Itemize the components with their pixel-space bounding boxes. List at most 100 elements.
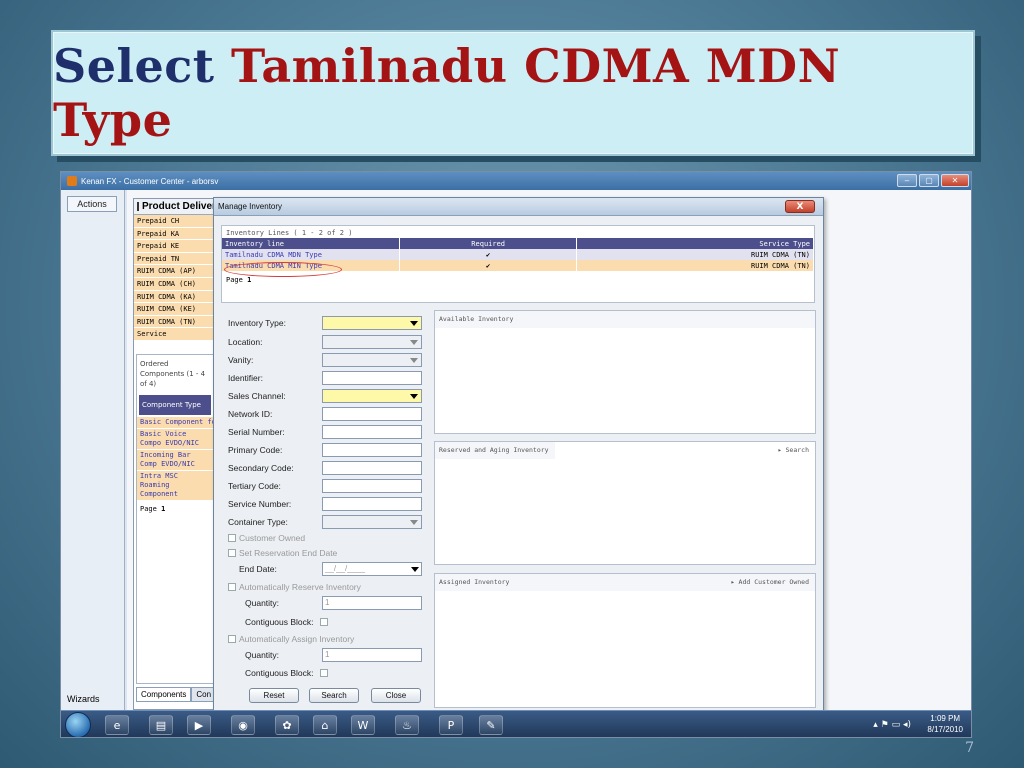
column-header-service-type[interactable]: Service Type (576, 238, 814, 249)
firefox-icon[interactable]: ◉ (231, 715, 255, 735)
list-item[interactable]: Prepaid KE (134, 240, 214, 253)
table-row[interactable]: Incoming Bar Comp EVDO/NIC (137, 450, 213, 471)
checkbox-icon (228, 534, 236, 542)
inventory-type-label: Inventory Type: (228, 318, 286, 328)
sales-channel-select[interactable] (322, 389, 422, 403)
dialog-close-button[interactable]: X (785, 200, 815, 213)
service-number-input[interactable] (322, 497, 422, 511)
customer-owned-label: Customer Owned (239, 533, 306, 543)
identifier-input[interactable] (322, 371, 422, 385)
checkbox-icon (228, 583, 236, 591)
container-type-select[interactable] (322, 515, 422, 529)
network-id-input[interactable] (322, 407, 422, 421)
slide-title-box: Select Tamilnadu CDMA MDN Type (51, 30, 975, 156)
list-item[interactable]: Service (134, 328, 214, 341)
column-header-inventory-line[interactable]: Inventory line (222, 238, 400, 249)
service-type-cell: RUIM CDMA (TN) (576, 249, 814, 260)
auto-assign-label: Automatically Assign Inventory (239, 634, 355, 644)
auto-assign-checkbox[interactable]: Automatically Assign Inventory (228, 632, 354, 646)
clock-date: 8/17/2010 (927, 725, 963, 734)
search-form: Inventory Type: Location: Vanity: Identi… (221, 310, 431, 710)
assign-quantity-input[interactable]: 1 (322, 648, 422, 662)
column-header-required[interactable]: Required (399, 238, 578, 249)
table-row[interactable]: Tamilnadu CDMA MDN Type ✔ RUIM CDMA (TN) (222, 249, 814, 260)
component-type-header[interactable]: Component Type (139, 395, 211, 415)
paint-icon[interactable]: ✎ (479, 715, 503, 735)
chevron-down-icon (410, 358, 418, 363)
dialog-titlebar: Manage Inventory (214, 198, 823, 216)
frog-icon[interactable]: ✿ (275, 715, 299, 735)
page-number[interactable]: 1 (161, 505, 165, 513)
internet-explorer-icon[interactable]: e (105, 715, 129, 735)
inventory-line-cell[interactable]: Tamilnadu CDMA MIN Type (222, 260, 400, 271)
page-number[interactable]: 1 (247, 276, 251, 284)
list-item[interactable]: RUIM CDMA (KE) (134, 303, 214, 316)
manage-inventory-dialog: Manage Inventory X Inventory Lines ( 1 -… (213, 197, 824, 712)
inventory-lines-table: Inventory line Required Service Type Tam… (222, 238, 814, 271)
primary-code-input[interactable] (322, 443, 422, 457)
contiguous-checkbox[interactable] (319, 618, 328, 626)
list-item[interactable]: Prepaid KA (134, 227, 214, 241)
media-player-icon[interactable]: ▶ (187, 715, 211, 735)
list-item[interactable]: Prepaid TN (134, 252, 214, 266)
reserve-contiguous-row: Contiguous Block: (245, 615, 331, 629)
set-reservation-checkbox[interactable]: Set Reservation End Date (228, 546, 337, 560)
auto-reserve-checkbox[interactable]: Automatically Reserve Inventory (228, 580, 361, 594)
product-delivery-tabs: Components Con (136, 687, 217, 702)
slide-title-part1: Select (53, 39, 215, 93)
start-button[interactable] (65, 712, 91, 737)
minimize-button[interactable]: – (897, 174, 917, 187)
inventory-lines-caption: Inventory Lines ( 1 - 2 of 2 ) (226, 229, 353, 237)
reserved-inventory-title: Reserved and Aging Inventory (435, 442, 555, 459)
tab-components[interactable]: Components (136, 687, 192, 702)
list-item[interactable]: RUIM CDMA (KA) (134, 290, 214, 304)
maximize-button[interactable]: ▢ (919, 174, 939, 187)
table-row[interactable]: Basic Voice Compo EVDO/NIC (137, 429, 213, 450)
location-label: Location: (228, 337, 263, 347)
wizards-tab[interactable]: Wizards (67, 694, 100, 704)
inventory-line-cell[interactable]: Tamilnadu CDMA MDN Type (222, 249, 400, 260)
vanity-select[interactable] (322, 353, 422, 367)
inventory-lines-pager: Page 1 (222, 271, 814, 289)
end-date-label: End Date: (239, 564, 277, 574)
close-window-button[interactable]: ✕ (941, 174, 969, 187)
inventory-lines-panel: Inventory Lines ( 1 - 2 of 2 ) Inventory… (221, 225, 815, 303)
clock-time: 1:09 PM (930, 714, 961, 723)
list-item[interactable]: RUIM CDMA (AP) (134, 265, 214, 278)
clock[interactable]: 1:09 PM 8/17/2010 (927, 713, 963, 735)
reserve-quantity-input[interactable]: 1 (322, 596, 422, 610)
inventory-type-select[interactable] (322, 316, 422, 330)
network-icon[interactable]: ⌂ (313, 715, 337, 735)
search-link[interactable]: ▸ Search (778, 446, 809, 454)
vanity-label: Vanity: (228, 355, 254, 365)
network-id-label: Network ID: (228, 409, 273, 419)
table-row[interactable]: Basic Component fo (137, 417, 213, 429)
word-icon[interactable]: W (351, 715, 375, 735)
actions-tab[interactable]: Actions (67, 196, 117, 212)
serial-number-label: Serial Number: (228, 427, 285, 437)
add-customer-owned-link[interactable]: ▸ Add Customer Owned (731, 578, 809, 586)
folder-icon[interactable]: ▤ (149, 715, 173, 735)
contiguous-checkbox[interactable] (319, 669, 328, 677)
list-item[interactable]: RUIM CDMA (TN) (134, 315, 214, 329)
ordered-components-box: Ordered Components (1 - 4 of 4) Componen… (136, 354, 214, 684)
secondary-code-input[interactable] (322, 461, 422, 475)
slide-number: 7 (965, 740, 974, 756)
location-select[interactable] (322, 335, 422, 349)
table-row[interactable]: Tamilnadu CDMA MIN Type ✔ RUIM CDMA (TN) (222, 260, 814, 271)
end-date-input[interactable]: __/__/____ (322, 562, 422, 576)
serial-number-input[interactable] (322, 425, 422, 439)
list-item[interactable]: Prepaid CH (134, 215, 214, 228)
available-inventory-title: Available Inventory (435, 311, 815, 328)
search-button[interactable]: Search (309, 688, 359, 703)
list-item[interactable]: RUIM CDMA (CH) (134, 277, 214, 291)
customer-owned-checkbox[interactable]: Customer Owned (228, 531, 305, 545)
powerpoint-icon[interactable]: P (439, 715, 463, 735)
windows-taskbar: e ▤ ▶ ◉ ✿ ⌂ W ♨ P ✎ ▴ ⚑ ▭ ◂) 1:09 PM 8/1… (61, 710, 971, 737)
system-tray-icons[interactable]: ▴ ⚑ ▭ ◂) (873, 720, 911, 730)
close-button[interactable]: Close (371, 688, 421, 703)
java-icon[interactable]: ♨ (395, 715, 419, 735)
reset-button[interactable]: Reset (249, 688, 299, 703)
tertiary-code-input[interactable] (322, 479, 422, 493)
table-row[interactable]: Intra MSC Roaming Component (137, 471, 213, 501)
